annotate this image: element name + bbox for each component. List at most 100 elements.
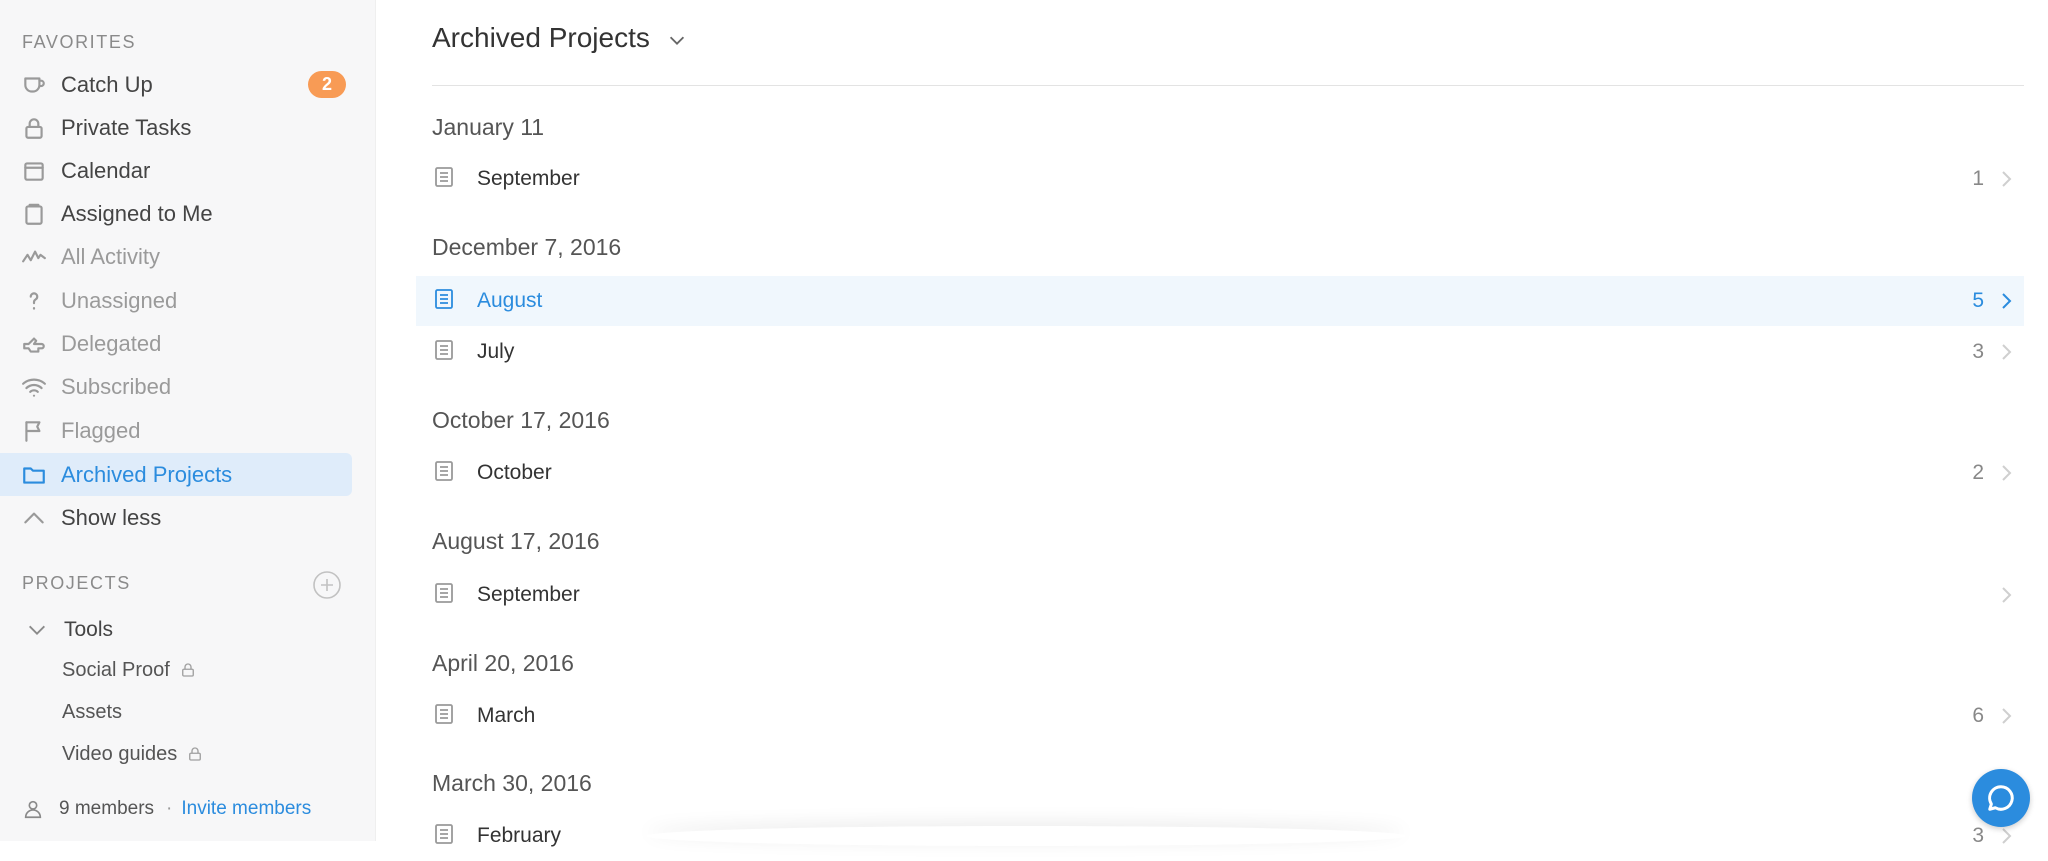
projects-label: PROJECTS xyxy=(22,573,131,593)
project-name: October xyxy=(477,461,552,484)
flag-icon xyxy=(20,417,48,445)
sidebar-item-label: Subscribed xyxy=(61,373,172,399)
sidebar-item-unassigned[interactable]: Unassigned xyxy=(0,279,352,322)
chevron-right-icon xyxy=(1996,585,2016,610)
sidebar-item-label: Show less xyxy=(61,504,162,530)
question-icon xyxy=(20,287,48,315)
cup-icon xyxy=(20,71,48,99)
show-less-toggle[interactable]: Show less xyxy=(0,496,352,539)
folder-icon xyxy=(20,461,48,489)
sidebar-item-archived-projects[interactable]: Archived Projects xyxy=(0,453,352,496)
project-row[interactable]: July 3 xyxy=(416,327,2024,377)
task-count: 2 xyxy=(1972,461,1984,484)
wifi-icon xyxy=(20,373,48,401)
chevron-right-icon xyxy=(1996,291,2016,316)
date-group-header: October 17, 2016 xyxy=(432,407,610,433)
chevron-down-icon xyxy=(669,36,684,45)
add-project-icon[interactable] xyxy=(312,570,342,600)
date-group-header: December 7, 2016 xyxy=(432,234,622,260)
sidebar-item-label: Private Tasks xyxy=(61,114,192,140)
chevron-right-icon xyxy=(1996,342,2016,367)
sidebar-item-flagged[interactable]: Flagged xyxy=(0,409,352,452)
project-item-label: Social Proof xyxy=(62,658,170,681)
page-title: Archived Projects xyxy=(432,22,650,53)
sidebar-item-label: All Activity xyxy=(61,243,161,269)
sidebar-item-label: Delegated xyxy=(61,330,162,356)
task-count: 1 xyxy=(1972,167,1984,190)
date-group-header: January 11 xyxy=(432,114,545,140)
invite-members-link[interactable]: Invite members xyxy=(181,798,311,820)
sidebar-item-label: Assigned to Me xyxy=(61,200,213,226)
chevron-right-icon xyxy=(1996,463,2016,488)
document-icon xyxy=(432,459,456,488)
date-group-header: August 17, 2016 xyxy=(432,528,600,554)
sidebar-item-private-tasks[interactable]: Private Tasks xyxy=(0,106,352,149)
project-item-label: Video guides xyxy=(62,742,178,765)
date-group-header: March 30, 2016 xyxy=(432,770,592,796)
project-row[interactable]: October 2 xyxy=(416,448,2024,498)
lock-icon xyxy=(20,114,48,142)
sidebar-item-calendar[interactable]: Calendar xyxy=(0,149,352,192)
project-row[interactable]: September 1 xyxy=(416,154,2024,204)
separator-dot: · xyxy=(166,798,173,819)
sidebar-item-label: Catch Up xyxy=(61,71,153,97)
project-row[interactable]: March 6 xyxy=(416,691,2024,741)
calendar-icon xyxy=(20,157,48,185)
task-count: 3 xyxy=(1972,824,1984,847)
project-item-social-proof[interactable]: Social Proof xyxy=(62,655,197,685)
project-name: September xyxy=(477,167,580,190)
task-count: 3 xyxy=(1972,340,1984,363)
document-icon xyxy=(432,287,456,316)
document-icon xyxy=(432,822,456,851)
project-row[interactable]: August 5 xyxy=(416,276,2024,326)
sidebar-item-assigned-to-me[interactable]: Assigned to Me xyxy=(0,192,352,235)
activity-icon xyxy=(20,243,48,271)
clipboard-icon xyxy=(20,200,48,228)
lock-icon xyxy=(189,747,202,761)
delegate-hand-icon xyxy=(20,330,48,358)
chevron-right-icon xyxy=(1996,169,2016,194)
sidebar-item-delegated[interactable]: Delegated xyxy=(0,322,352,365)
lock-icon xyxy=(181,663,194,677)
chat-button[interactable] xyxy=(1972,769,2030,827)
project-group-label: Tools xyxy=(64,618,114,641)
sidebar-item-label: Archived Projects xyxy=(61,461,233,487)
project-name: March xyxy=(477,704,536,727)
page-title-dropdown[interactable]: Archived Projects xyxy=(432,22,688,54)
document-icon xyxy=(432,581,456,610)
document-icon xyxy=(432,165,456,194)
sidebar-item-label: Flagged xyxy=(61,417,141,443)
sidebar-item-subscribed[interactable]: Subscribed xyxy=(0,365,352,408)
person-icon xyxy=(24,800,42,819)
sidebar-item-label: Unassigned xyxy=(61,287,178,313)
sidebar-item-catch-up[interactable]: Catch Up 2 xyxy=(0,63,352,106)
main-content: Archived Projects January 11 September 1… xyxy=(376,0,2048,847)
project-row[interactable]: September xyxy=(416,570,2024,620)
task-count: 5 xyxy=(1972,289,1984,312)
favorites-label: FAVORITES xyxy=(22,32,137,52)
chevron-right-icon xyxy=(1996,826,2016,851)
date-group-header: April 20, 2016 xyxy=(432,650,574,676)
bottom-bar-shadow xyxy=(646,826,1406,846)
sidebar-item-all-activity[interactable]: All Activity xyxy=(0,235,352,278)
members-count[interactable]: 9 members xyxy=(59,798,154,820)
project-name: February xyxy=(477,824,562,847)
project-name: July xyxy=(477,340,515,363)
project-item-assets[interactable]: Assets xyxy=(62,697,122,727)
members-footer: 9 members · Invite members xyxy=(22,798,311,820)
sidebar: FAVORITES Catch Up 2 Private Tasks Calen… xyxy=(0,0,376,841)
chevron-up-icon xyxy=(20,504,48,532)
chevron-down-icon xyxy=(29,625,45,635)
sidebar-item-label: Calendar xyxy=(61,157,151,183)
document-icon xyxy=(432,702,456,731)
project-item-label: Assets xyxy=(62,700,123,723)
project-item-video-guides[interactable]: Video guides xyxy=(62,739,204,769)
divider xyxy=(432,85,2024,86)
chevron-right-icon xyxy=(1996,706,2016,731)
document-icon xyxy=(432,338,456,367)
task-count: 6 xyxy=(1972,704,1984,727)
project-group-tools[interactable]: Tools xyxy=(22,614,113,646)
project-name: August xyxy=(477,289,543,312)
count-badge: 2 xyxy=(308,71,346,98)
chat-bubble-icon xyxy=(1988,785,2014,811)
